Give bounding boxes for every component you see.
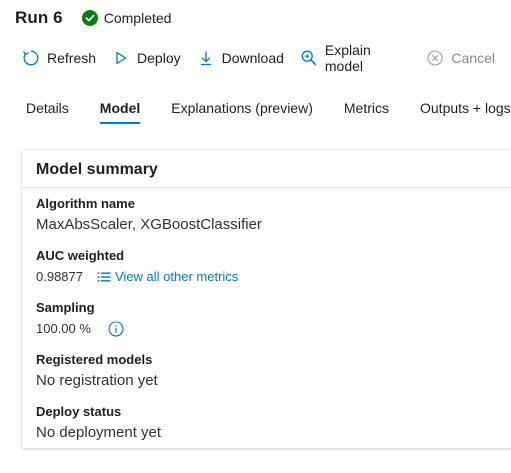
tab-details[interactable]: Details bbox=[26, 100, 69, 124]
auc-value: 0.98877 bbox=[36, 269, 83, 284]
view-all-metrics-link[interactable]: View all other metrics bbox=[97, 267, 238, 287]
refresh-icon bbox=[22, 49, 40, 67]
registered-models-value: No registration yet bbox=[36, 372, 158, 389]
sampling-label: Sampling bbox=[36, 300, 95, 315]
auc-value-row: 0.98877 View all other metrics bbox=[36, 267, 238, 287]
sampling-value-row: 100.00 % bbox=[36, 319, 124, 339]
view-all-metrics-label: View all other metrics bbox=[115, 269, 239, 284]
refresh-label: Refresh bbox=[47, 50, 97, 66]
registered-models-label: Registered models bbox=[36, 352, 153, 367]
deploy-status-value: No deployment yet bbox=[36, 424, 162, 441]
status-badge: Completed bbox=[81, 10, 172, 26]
status-text: Completed bbox=[103, 10, 172, 26]
sampling-value: 100.00 % bbox=[36, 321, 91, 336]
deploy-status-field: Deploy status No deployment yet bbox=[36, 404, 161, 443]
tab-model[interactable]: Model bbox=[99, 100, 141, 124]
cancel-icon bbox=[426, 49, 444, 67]
deploy-label: Deploy bbox=[137, 50, 181, 66]
model-summary-card: Model summary Algorithm name MaxAbsScale… bbox=[22, 150, 511, 448]
download-button[interactable]: Download bbox=[197, 49, 284, 67]
sampling-field: Sampling 100.00 % bbox=[36, 300, 124, 339]
auc-field: AUC weighted 0.98877 View all other metr… bbox=[36, 248, 238, 287]
download-label: Download bbox=[221, 50, 284, 66]
list-icon bbox=[97, 271, 111, 283]
algorithm-field: Algorithm name MaxAbsScaler, XGBoostClas… bbox=[36, 196, 262, 235]
tab-outputs-logs[interactable]: Outputs + logs bbox=[420, 100, 511, 124]
tab-metrics[interactable]: Metrics bbox=[344, 100, 389, 124]
checkmark-circle-icon bbox=[81, 10, 98, 26]
deploy-icon bbox=[112, 49, 130, 67]
registered-models-field: Registered models No registration yet bbox=[36, 352, 158, 391]
explain-model-button[interactable]: Explain model bbox=[300, 42, 411, 74]
page-header: Run 6 Completed bbox=[15, 6, 171, 30]
download-icon bbox=[197, 49, 215, 67]
tab-explanations[interactable]: Explanations (preview) bbox=[171, 100, 313, 124]
command-bar: Refresh Deploy Download Explain model Ca… bbox=[22, 42, 511, 74]
auc-label: AUC weighted bbox=[36, 248, 125, 263]
tab-bar: Details Model Explanations (preview) Met… bbox=[26, 100, 511, 126]
info-icon[interactable] bbox=[108, 321, 124, 337]
cancel-label: Cancel bbox=[451, 50, 495, 66]
algorithm-label: Algorithm name bbox=[36, 196, 135, 211]
cancel-button[interactable]: Cancel bbox=[426, 49, 495, 67]
explain-model-label: Explain model bbox=[324, 42, 371, 74]
card-title: Model summary bbox=[22, 150, 511, 188]
deploy-button[interactable]: Deploy bbox=[112, 49, 181, 67]
algorithm-value: MaxAbsScaler, XGBoostClassifier bbox=[36, 216, 262, 233]
refresh-button[interactable]: Refresh bbox=[22, 49, 96, 67]
deploy-status-label: Deploy status bbox=[36, 404, 122, 419]
page-title: Run 6 bbox=[15, 8, 63, 27]
explain-model-icon bbox=[300, 49, 318, 67]
